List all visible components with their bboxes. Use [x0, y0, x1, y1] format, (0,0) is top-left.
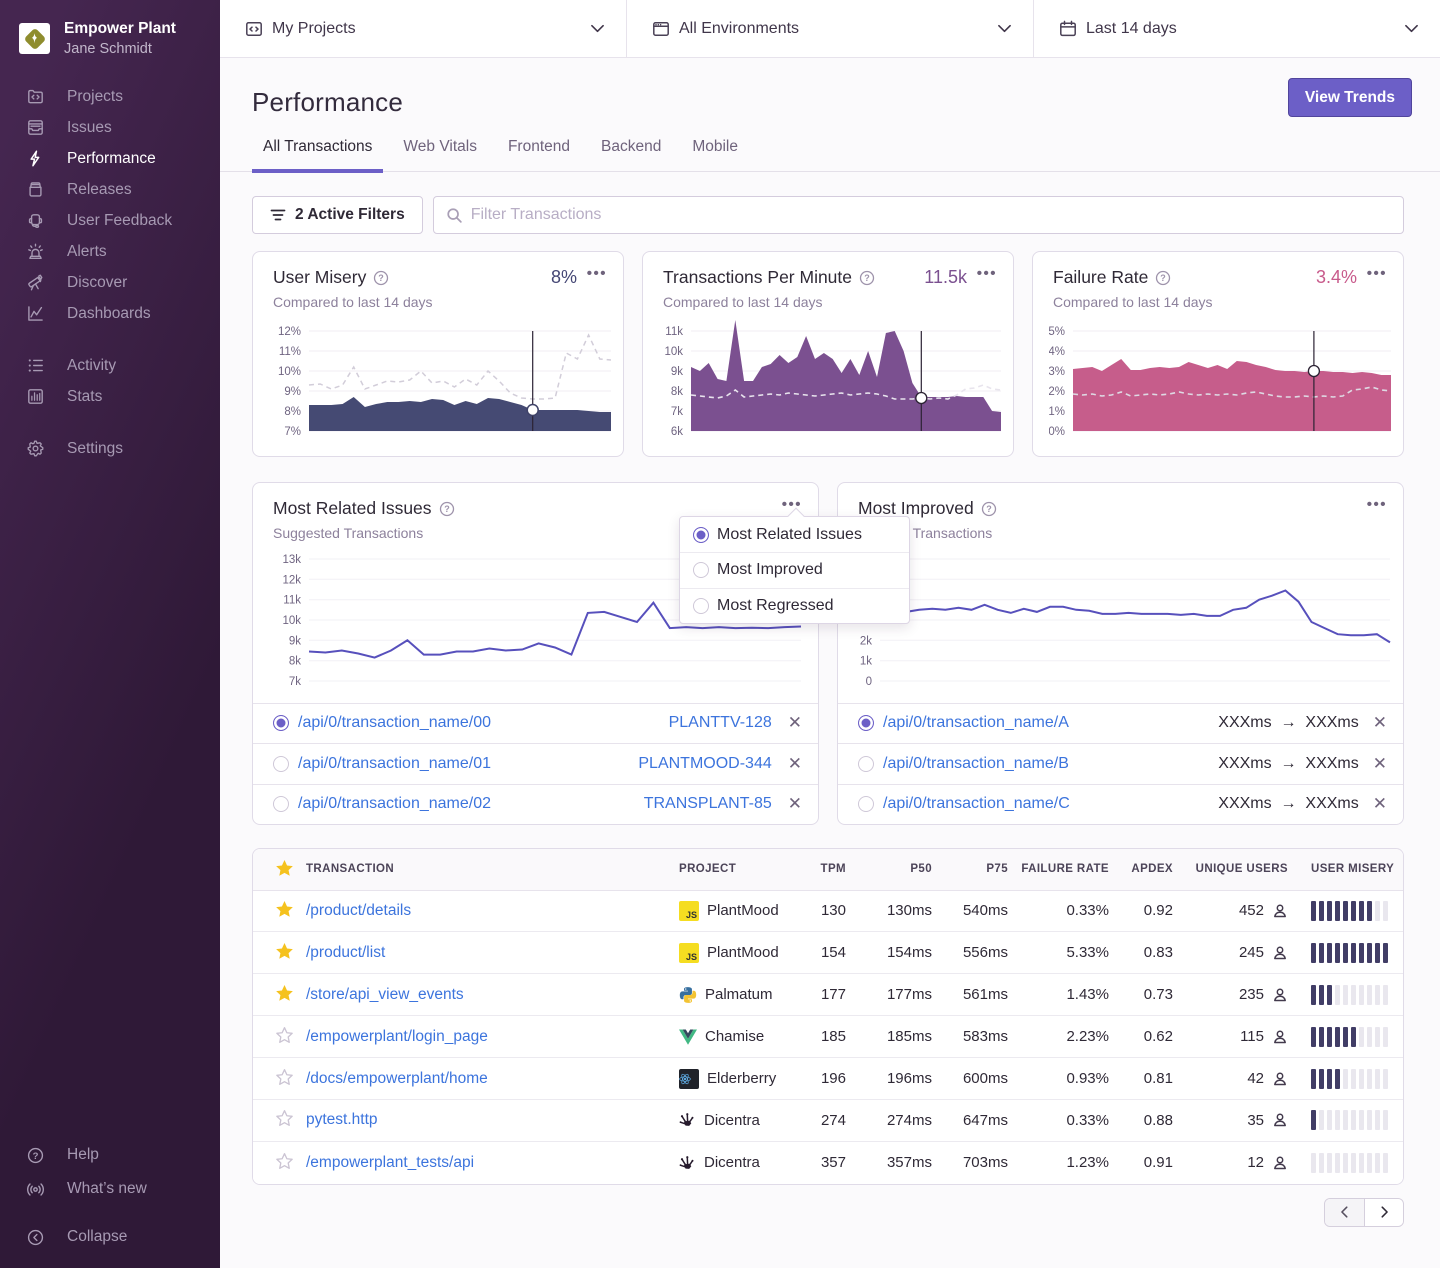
svg-text:3%: 3%	[1049, 366, 1065, 378]
svg-text:12k: 12k	[282, 574, 301, 586]
svg-text:10k: 10k	[664, 346, 683, 358]
svg-text:?: ?	[444, 504, 450, 514]
svg-text:?: ?	[379, 273, 385, 283]
svg-text:5%: 5%	[1049, 326, 1065, 338]
svg-text:4%: 4%	[1049, 346, 1065, 358]
svg-text:?: ?	[1161, 273, 1167, 283]
svg-text:10%: 10%	[278, 366, 301, 378]
svg-text:11k: 11k	[665, 326, 683, 338]
svg-text:9k: 9k	[289, 635, 301, 647]
svg-text:7%: 7%	[284, 426, 301, 438]
svg-text:12%: 12%	[278, 326, 301, 338]
svg-text:1k: 1k	[860, 656, 872, 668]
svg-text:?: ?	[986, 504, 992, 514]
svg-text:6k: 6k	[671, 426, 683, 438]
svg-text:1%: 1%	[1049, 406, 1065, 418]
svg-text:2k: 2k	[860, 635, 872, 647]
svg-text:2%: 2%	[1049, 386, 1065, 398]
svg-text:10k: 10k	[282, 615, 301, 627]
svg-text:8k: 8k	[289, 656, 301, 668]
svg-text:11%: 11%	[279, 346, 301, 358]
svg-text:8%: 8%	[284, 406, 301, 418]
svg-text:0: 0	[866, 676, 872, 688]
svg-text:8k: 8k	[671, 386, 683, 398]
svg-text:9%: 9%	[284, 386, 301, 398]
svg-text:7k: 7k	[671, 406, 683, 418]
svg-text:9k: 9k	[671, 366, 683, 378]
svg-text:13k: 13k	[282, 554, 301, 566]
svg-text:11k: 11k	[283, 595, 301, 607]
svg-text:?: ?	[864, 273, 870, 283]
svg-text:7k: 7k	[289, 676, 301, 688]
svg-text:?: ?	[33, 1150, 39, 1161]
svg-text:0%: 0%	[1049, 426, 1065, 438]
